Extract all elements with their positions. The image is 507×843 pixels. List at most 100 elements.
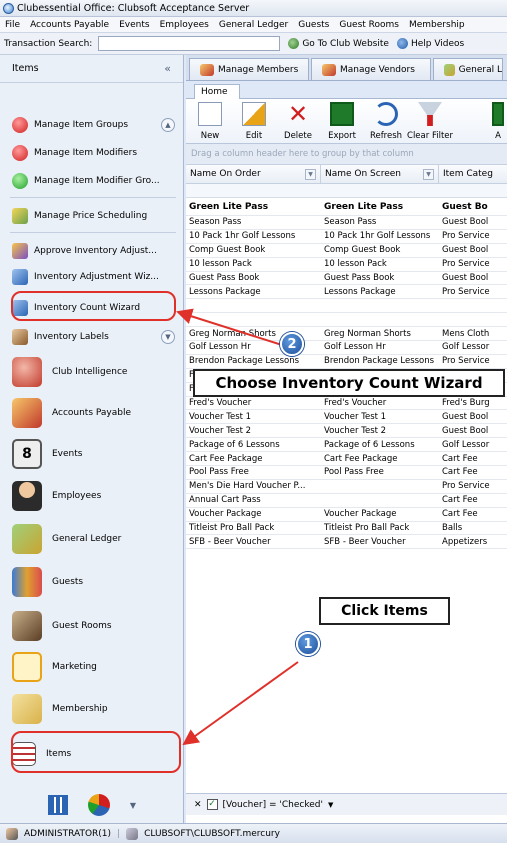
grid-cell: Fred's Voucher — [189, 398, 252, 409]
chevron-down-icon[interactable]: ▼ — [328, 801, 333, 809]
table-row[interactable]: Package of 6 Lessons Package of 6 Lessons… — [186, 438, 507, 453]
table-row[interactable]: Voucher Test 1 Voucher Test 1 Guest Bool — [186, 410, 507, 425]
tab-manage-members[interactable]: Manage Members — [189, 58, 309, 80]
go-to-website-link[interactable]: Go To Club Website — [288, 38, 389, 49]
tab-manage-vendors[interactable]: Manage Vendors — [311, 58, 431, 80]
table-row[interactable] — [186, 299, 507, 314]
table-row[interactable]: Lessons Package Lessons Package Pro Servic… — [186, 285, 507, 300]
column-filter-button[interactable]: ▼ — [423, 169, 434, 180]
sidebar-item-manage-price-scheduling[interactable]: Manage Price Scheduling — [12, 204, 147, 228]
table-row[interactable]: Comp Guest Book Comp Guest Book Guest Bool — [186, 244, 507, 258]
grid-cell: Season Pass — [324, 217, 377, 228]
grid-cell: 10 lesson Pack — [189, 259, 252, 270]
grid-filter-row[interactable] — [186, 184, 507, 198]
edit-button[interactable]: Edit — [232, 102, 276, 142]
grid-cell: Brendon Package Lessons — [324, 356, 435, 367]
sidebar-item-inventory-labels[interactable]: Inventory Labels — [12, 325, 109, 349]
table-row[interactable]: Annual Cart Pass Cart Fee — [186, 494, 507, 508]
menu-employees[interactable]: Employees — [160, 20, 209, 30]
clear-filter-button[interactable]: Clear Filter — [407, 102, 453, 142]
new-button[interactable]: New — [188, 102, 232, 142]
table-row[interactable]: Fred's Voucher Fred's Voucher Fred's Burg — [186, 397, 507, 411]
grid-cell: Balls — [442, 523, 463, 534]
table-row[interactable]: Season Pass Season Pass Guest Bool — [186, 216, 507, 230]
tab-general-ledger[interactable]: General L — [433, 58, 503, 80]
nav-group-guest-rooms[interactable]: Guest Rooms — [12, 608, 112, 644]
nav-group-general-ledger[interactable]: General Ledger — [12, 521, 121, 557]
more-ribbon-button[interactable]: A — [464, 102, 504, 142]
table-row[interactable] — [186, 313, 507, 328]
nav-group-club-intelligence[interactable]: Club Intelligence — [12, 354, 127, 390]
grid-cell: Titleist Pro Ball Pack — [189, 523, 275, 534]
column-header-name-on-screen[interactable]: Name On Screen ▼ — [321, 165, 439, 183]
clear-filter-icon[interactable]: ✕ — [194, 800, 202, 810]
sidebar-item-manage-item-modifiers[interactable]: Manage Item Modifiers — [12, 141, 137, 165]
sidebar-item-manage-item-modifier-groups[interactable]: Manage Item Modifier Gro... — [12, 169, 160, 193]
table-row[interactable]: 10 lesson Pack 10 lesson Pack Pro Service — [186, 258, 507, 272]
menu-guests[interactable]: Guests — [298, 20, 329, 30]
sidebar-item-approve-inventory-adjust[interactable]: Approve Inventory Adjust... — [12, 239, 157, 263]
refresh-button[interactable]: Refresh — [364, 102, 408, 142]
nav-group-guests[interactable]: Guests — [12, 564, 83, 600]
app-logo-icon — [3, 2, 14, 14]
collapse-pane-icon[interactable]: « — [164, 62, 171, 75]
table-row[interactable]: Titleist Pro Ball Pack Titleist Pro Ball … — [186, 522, 507, 536]
table-row[interactable]: 10 Pack 1hr Golf Lessons 10 Pack 1hr Golf… — [186, 230, 507, 244]
table-row[interactable]: Men's Die Hard Voucher P... Pro Service — [186, 480, 507, 494]
calendar-grid-icon[interactable] — [47, 795, 68, 815]
nav-group-accounts-payable[interactable]: Accounts Payable — [12, 395, 131, 431]
column-filter-button[interactable]: ▼ — [305, 169, 316, 180]
nav-group-employees[interactable]: Employees — [12, 478, 101, 514]
nav-group-marketing[interactable]: Marketing — [12, 649, 97, 685]
grid-column-headers: Name On Order ▼ Name On Screen ▼ Item Ca… — [186, 164, 507, 184]
group-by-panel[interactable]: Drag a column header here to group by th… — [186, 144, 507, 164]
delete-button[interactable]: ✕ Delete — [276, 102, 320, 142]
grid-cell: Fred's Voucher — [324, 398, 387, 409]
accounts-payable-icon — [12, 398, 42, 428]
grid-cell: Pro Service — [442, 356, 490, 367]
filter-enabled-checkbox[interactable]: ✓ — [206, 799, 218, 810]
sidebar-item-label: Inventory Labels — [34, 332, 109, 342]
export-button[interactable]: Export — [320, 102, 364, 142]
column-header-name-on-order[interactable]: Name On Order ▼ — [186, 165, 321, 183]
table-row[interactable]: Greg Norman Shorts Greg Norman Shorts Mens… — [186, 327, 507, 342]
menu-events[interactable]: Events — [119, 20, 149, 30]
menu-guest-rooms[interactable]: Guest Rooms — [339, 20, 399, 30]
menu-general-ledger[interactable]: General Ledger — [219, 20, 288, 30]
step-1-badge: 1 — [296, 632, 320, 656]
table-row[interactable]: Cart Fee Package Cart Fee Package Cart Fee — [186, 452, 507, 467]
nav-group-events[interactable]: 8 Events — [12, 436, 82, 472]
table-row[interactable]: Guest Pass Book Guest Pass Book Guest Bool — [186, 272, 507, 286]
transaction-search-input[interactable] — [98, 36, 281, 51]
status-server: CLUBSOFT\CLUBSOFT.mercury — [144, 828, 280, 839]
export-button-label: Export — [328, 131, 356, 141]
table-row[interactable]: Pool Pass Free Pool Pass Free Cart Fee — [186, 466, 507, 480]
sidebar-item-inventory-adjustment-wizard[interactable]: Inventory Adjustment Wiz... — [12, 265, 159, 289]
table-row[interactable]: Voucher Package Voucher Package Cart Fee — [186, 508, 507, 522]
column-header-item-category[interactable]: Item Categ — [439, 165, 507, 183]
table-row[interactable]: Golf Lesson Hr Golf Lesson Hr Golf Lessor — [186, 341, 507, 355]
table-row[interactable]: SFB - Beer Voucher SFB - Beer Voucher Appe… — [186, 535, 507, 550]
nav-group-membership[interactable]: Membership — [12, 691, 108, 727]
pie-chart-icon[interactable] — [87, 794, 110, 816]
ribbon-tab-home[interactable]: Home — [194, 84, 240, 99]
grid-cell: Pro Service — [442, 286, 490, 297]
nav-pane-title: Items — [12, 63, 39, 74]
menu-membership[interactable]: Membership — [409, 20, 465, 30]
table-row[interactable]: Brendon Package Lessons Brendon Package L… — [186, 355, 507, 369]
help-videos-link[interactable]: Help Videos — [396, 38, 464, 49]
membership-icon — [12, 694, 42, 724]
ribbon: New Edit ✕ Delete Export Refresh Clear F… — [186, 99, 507, 144]
filter-expression[interactable]: [Voucher] = 'Checked' — [223, 800, 323, 810]
menu-file[interactable]: File — [5, 20, 20, 30]
grid-cell: Comp Guest Book — [189, 245, 266, 256]
chevron-down-icon[interactable]: ▼ — [130, 801, 136, 810]
menu-accounts-payable[interactable]: Accounts Payable — [30, 20, 109, 30]
sidebar-item-manage-item-groups[interactable]: Manage Item Groups — [12, 113, 128, 137]
table-row[interactable]: Green Lite Pass Green Lite Pass Guest Bo — [186, 198, 507, 216]
nav-group-label: General Ledger — [52, 534, 122, 544]
table-row[interactable]: Voucher Test 2 Voucher Test 2 Guest Bool — [186, 424, 507, 439]
collapse-section-button[interactable]: ▲ — [161, 118, 175, 132]
expand-section-button[interactable]: ▼ — [161, 330, 175, 344]
grid-cell: Pro Service — [442, 231, 490, 242]
